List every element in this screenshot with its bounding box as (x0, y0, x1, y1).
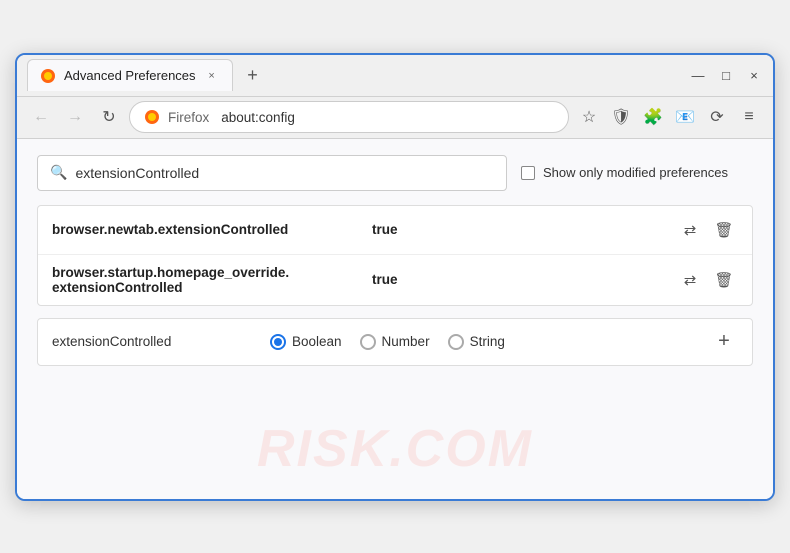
reload-button[interactable]: ↻ (95, 103, 123, 131)
minimize-button[interactable]: — (689, 66, 707, 84)
watermark: RISK.COM (257, 419, 533, 479)
browser-tab[interactable]: Advanced Preferences × (27, 59, 233, 91)
number-label: Number (382, 334, 430, 349)
swap-button-2[interactable]: ⇄ (676, 266, 704, 294)
add-preference-button[interactable]: + (710, 328, 738, 356)
back-button[interactable]: ← (27, 103, 55, 131)
pref-name-2-line2: extensionControlled (52, 280, 183, 295)
window-controls: — □ × (689, 66, 763, 84)
boolean-label: Boolean (292, 334, 342, 349)
modified-label: Show only modified preferences (543, 165, 728, 180)
tab-close-button[interactable]: × (204, 68, 220, 84)
title-bar: Advanced Preferences × + — □ × (17, 55, 773, 97)
search-icon: 🔍 (50, 164, 67, 181)
pref-value-2: true (372, 272, 666, 287)
browser-name: Firefox (168, 110, 209, 125)
number-radio[interactable]: Number (360, 334, 430, 350)
pref-name-2-line1: browser.startup.homepage_override. (52, 265, 289, 280)
swap-button-1[interactable]: ⇄ (676, 216, 704, 244)
maximize-button[interactable]: □ (717, 66, 735, 84)
string-label: String (470, 334, 505, 349)
address-path: about:config (221, 110, 295, 125)
new-tab-button[interactable]: + (239, 61, 267, 89)
search-input[interactable]: extensionControlled (75, 165, 494, 181)
tab-title: Advanced Preferences (64, 68, 196, 83)
results-table: browser.newtab.extensionControlled true … (37, 205, 753, 306)
delete-button-1[interactable]: 🗑 (710, 216, 738, 244)
modified-checkbox[interactable] (521, 166, 535, 180)
pref-value-1: true (372, 222, 666, 237)
sync-icon[interactable]: ⟳ (703, 103, 731, 131)
menu-icon[interactable]: ≡ (735, 103, 763, 131)
address-text: Firefox about:config (168, 110, 295, 125)
bookmark-icon[interactable]: ☆ (575, 103, 603, 131)
mail-icon[interactable]: 📧 (671, 103, 699, 131)
forward-button[interactable]: → (61, 103, 89, 131)
close-button[interactable]: × (745, 66, 763, 84)
table-row: browser.startup.homepage_override. exten… (38, 255, 752, 305)
tab-favicon-icon (40, 68, 56, 84)
type-radio-group: Boolean Number String (270, 334, 505, 350)
extension-icon[interactable]: 🧩 (639, 103, 667, 131)
string-radio-circle (448, 334, 464, 350)
address-bar[interactable]: Firefox about:config (129, 101, 569, 133)
toolbar-icons: ☆ 🛡 🧩 📧 ⟳ ≡ (575, 103, 763, 131)
string-radio[interactable]: String (448, 334, 505, 350)
modified-preferences-row[interactable]: Show only modified preferences (521, 165, 728, 180)
search-box[interactable]: 🔍 extensionControlled (37, 155, 507, 191)
page-content: 🔍 extensionControlled Show only modified… (17, 139, 773, 499)
boolean-radio-circle (270, 334, 286, 350)
boolean-radio[interactable]: Boolean (270, 334, 342, 350)
browser-window: Advanced Preferences × + — □ × ← → ↻ Fir… (15, 53, 775, 501)
row-actions-1: ⇄ 🗑 (676, 216, 738, 244)
search-row: 🔍 extensionControlled Show only modified… (37, 155, 753, 191)
pref-name-1: browser.newtab.extensionControlled (52, 222, 362, 237)
firefox-logo-icon (144, 109, 160, 125)
new-pref-name: extensionControlled (52, 334, 252, 349)
number-radio-circle (360, 334, 376, 350)
pref-name-2: browser.startup.homepage_override. exten… (52, 265, 362, 295)
navigation-bar: ← → ↻ Firefox about:config ☆ 🛡 🧩 📧 ⟳ ≡ (17, 97, 773, 139)
shield-icon[interactable]: 🛡 (607, 103, 635, 131)
table-row: browser.newtab.extensionControlled true … (38, 206, 752, 255)
new-preference-row: extensionControlled Boolean Number Strin… (37, 318, 753, 366)
row-actions-2: ⇄ 🗑 (676, 266, 738, 294)
delete-button-2[interactable]: 🗑 (710, 266, 738, 294)
